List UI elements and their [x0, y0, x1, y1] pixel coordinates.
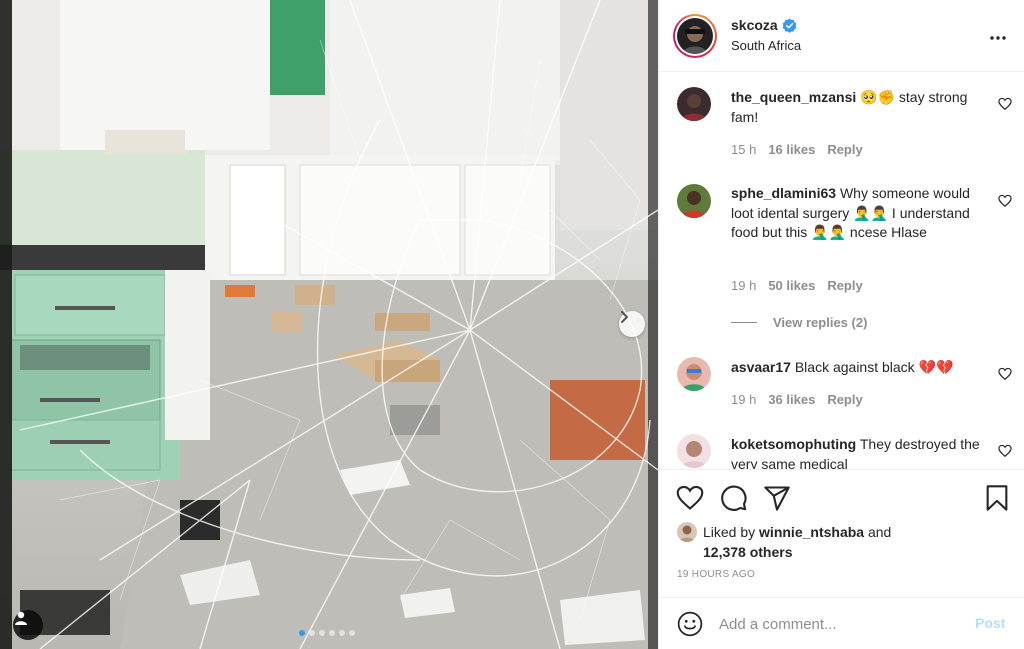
view-replies-button[interactable]: View replies (2)	[731, 315, 867, 330]
avatar-image	[677, 87, 711, 121]
likes-summary: Liked by winnie_ntshaba and 12,378 other…	[677, 522, 933, 562]
liked-by-and: and	[867, 524, 892, 540]
author-avatar[interactable]	[673, 14, 717, 58]
heart-icon[interactable]	[676, 484, 704, 512]
add-comment-bar: Post	[659, 597, 1024, 649]
comment-likes[interactable]: 16 likes	[768, 142, 815, 157]
avatar-image	[677, 434, 711, 468]
liked-by-others[interactable]: 12,378 others	[703, 544, 793, 560]
liked-by-prefix: Liked by	[703, 524, 756, 540]
liker-avatar[interactable]	[677, 522, 697, 542]
carousel-dot	[299, 630, 305, 636]
view-replies-label: View replies (2)	[773, 315, 868, 330]
comment-time[interactable]: 19 h	[731, 392, 756, 407]
comment-icon[interactable]	[720, 484, 748, 512]
chevron-right-icon	[621, 311, 629, 323]
carousel-indicator	[299, 630, 355, 636]
comment-text: Black against black 💔💔	[794, 359, 954, 375]
comment-time[interactable]: 15 h	[731, 142, 756, 157]
comment-time[interactable]: 19 h	[731, 278, 756, 293]
avatar-image	[677, 18, 713, 54]
commenter-avatar[interactable]	[677, 184, 711, 218]
heart-icon[interactable]	[998, 444, 1012, 458]
replies-divider	[731, 322, 757, 323]
user-tag-icon	[15, 611, 27, 625]
carousel-dot	[349, 630, 355, 636]
next-image-button[interactable]	[619, 311, 645, 337]
reply-button[interactable]: Reply	[827, 392, 862, 407]
post-header: skcoza South Africa	[659, 0, 1024, 72]
carousel-dot	[309, 630, 315, 636]
commenter-avatar[interactable]	[677, 434, 711, 468]
author-username[interactable]: skcoza	[731, 17, 778, 33]
comment-username[interactable]: sphe_dlamini63	[731, 185, 836, 201]
comments-list: the_queen_mzansi 🥺✊ stay strong fam! 15 …	[659, 73, 1024, 469]
post-photo[interactable]	[0, 0, 658, 649]
carousel-dot	[329, 630, 335, 636]
verified-badge-icon	[782, 17, 797, 33]
comment-likes[interactable]: 36 likes	[768, 392, 815, 407]
photo-scene	[0, 0, 658, 649]
post-comment-button[interactable]: Post	[975, 615, 1005, 631]
carousel-dot	[339, 630, 345, 636]
more-options-icon[interactable]	[989, 25, 1007, 46]
post-side-panel: skcoza South Africa the_queen_mzansi 🥺✊ …	[658, 0, 1024, 649]
post-actions: Liked by winnie_ntshaba and 12,378 other…	[659, 469, 1024, 591]
reply-button[interactable]: Reply	[827, 142, 862, 157]
comment-username[interactable]: asvaar17	[731, 359, 791, 375]
commenter-avatar[interactable]	[677, 357, 711, 391]
bookmark-icon[interactable]	[983, 484, 1011, 512]
heart-icon[interactable]	[998, 97, 1012, 111]
comment-input[interactable]	[719, 612, 959, 636]
comment-likes[interactable]: 50 likes	[768, 278, 815, 293]
heart-icon[interactable]	[998, 194, 1012, 208]
comment-username[interactable]: the_queen_mzansi	[731, 89, 856, 105]
avatar-image	[677, 184, 711, 218]
share-icon[interactable]	[763, 484, 791, 512]
more-options-icon-glyph	[990, 36, 1006, 40]
liked-by-user[interactable]: winnie_ntshaba	[759, 524, 864, 540]
heart-icon[interactable]	[998, 367, 1012, 381]
post-location[interactable]: South Africa	[731, 38, 801, 53]
reply-button[interactable]: Reply	[827, 278, 862, 293]
commenter-avatar[interactable]	[677, 87, 711, 121]
avatar-image	[677, 357, 711, 391]
post-timestamp[interactable]: 19 HOURS AGO	[677, 569, 755, 580]
carousel-dot	[319, 630, 325, 636]
user-tag-button[interactable]	[13, 610, 43, 640]
emoji-icon[interactable]	[677, 611, 703, 637]
comment-username[interactable]: koketsomophuting	[731, 436, 856, 452]
avatar-image	[677, 522, 697, 542]
